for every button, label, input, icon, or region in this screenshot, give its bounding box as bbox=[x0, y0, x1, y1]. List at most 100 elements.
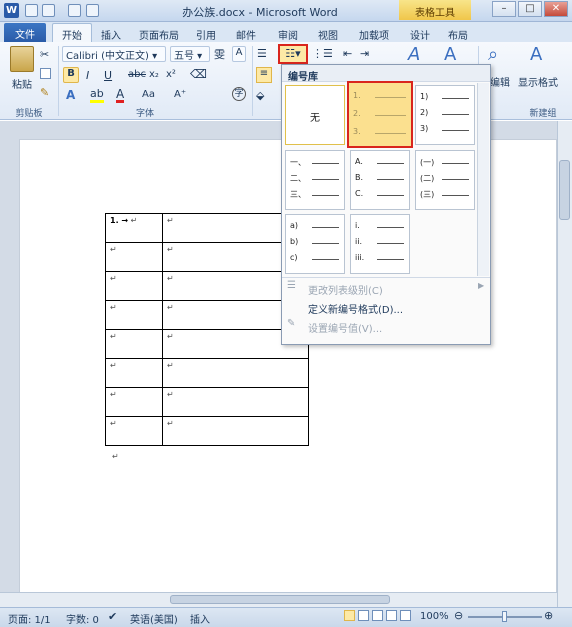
decrease-indent-icon[interactable]: ⇤ bbox=[343, 47, 352, 60]
minimize-button[interactable]: – bbox=[492, 1, 516, 17]
superscript-button[interactable]: x² bbox=[166, 69, 176, 80]
clear-format-icon[interactable]: ⌫ bbox=[190, 67, 207, 81]
tab-addins[interactable]: 加载项 bbox=[353, 24, 395, 42]
strikethrough-button[interactable]: abc bbox=[128, 69, 146, 80]
save-icon[interactable] bbox=[25, 4, 38, 17]
hscroll-thumb[interactable] bbox=[170, 595, 390, 604]
library-line bbox=[442, 98, 469, 99]
grow-font-button[interactable]: A⁺ bbox=[174, 89, 186, 100]
library-line bbox=[442, 195, 469, 196]
copy-icon[interactable] bbox=[40, 68, 51, 79]
phonetic-icon[interactable]: 雯 bbox=[214, 46, 225, 62]
change-case-button[interactable]: Aa bbox=[142, 89, 155, 100]
tab-insert[interactable]: 插入 bbox=[94, 24, 128, 42]
table-cell[interactable]: ↵ bbox=[105, 387, 163, 417]
tab-mailings[interactable]: 邮件 bbox=[230, 24, 262, 42]
page-count[interactable]: 页面: 1/1 bbox=[8, 611, 51, 626]
show-format-icon[interactable]: A bbox=[530, 44, 542, 65]
edit-label[interactable]: 编辑 bbox=[490, 74, 510, 89]
clipboard-group-label: 剪贴板 bbox=[15, 109, 43, 119]
underline-button[interactable]: U bbox=[104, 69, 112, 82]
numbering-button[interactable]: ☷▾ bbox=[278, 44, 308, 64]
tab-design[interactable]: 设计 bbox=[404, 24, 436, 42]
insert-mode[interactable]: 插入 bbox=[190, 611, 210, 626]
table-cell[interactable]: ↵ bbox=[162, 416, 309, 446]
print-layout-icon[interactable] bbox=[344, 610, 355, 621]
numbering-option-123-paren[interactable]: 1) 2) 3) bbox=[415, 85, 475, 145]
table-cell[interactable]: ↵ bbox=[105, 329, 163, 359]
multilevel-list-icon[interactable]: ⋮☰ bbox=[312, 47, 333, 60]
new-doc-icon[interactable] bbox=[86, 4, 99, 17]
italic-button[interactable]: I bbox=[86, 69, 89, 82]
maximize-button[interactable]: □ bbox=[518, 1, 542, 17]
full-screen-icon[interactable] bbox=[358, 610, 369, 621]
tab-home-label: 开始 bbox=[62, 31, 82, 42]
zoom-level[interactable]: 100% bbox=[420, 611, 449, 622]
library-line bbox=[442, 130, 469, 131]
tab-layout[interactable]: 布局 bbox=[442, 24, 474, 42]
numbering-none-option[interactable]: 无 bbox=[285, 85, 345, 145]
increase-indent-icon[interactable]: ⇥ bbox=[360, 47, 369, 60]
border-char-icon[interactable]: A bbox=[232, 46, 246, 62]
show-format-button[interactable]: 显示格式 bbox=[518, 74, 558, 89]
define-new-number-format-item[interactable]: 定义新编号格式(D)... bbox=[282, 298, 490, 316]
font-color-icon[interactable]: A bbox=[116, 88, 125, 103]
table-cell[interactable]: ↵ bbox=[105, 271, 163, 301]
language-indicator[interactable]: 英语(美国) bbox=[130, 611, 178, 626]
zoom-in-icon[interactable]: ⊕ bbox=[544, 609, 553, 622]
draft-icon[interactable] bbox=[400, 610, 411, 621]
undo-icon[interactable] bbox=[42, 4, 55, 17]
table-cell[interactable]: ↵ bbox=[105, 242, 163, 272]
subscript-button[interactable]: x₂ bbox=[149, 69, 159, 80]
change-list-level-item: 更改列表级别(C) bbox=[308, 286, 383, 297]
word-count[interactable]: 字数: 0 bbox=[66, 611, 99, 626]
numbering-option-chinese[interactable]: 一、 二、 三、 bbox=[285, 150, 345, 210]
numbering-option-123-dot[interactable]: 1. 2. 3. bbox=[347, 81, 413, 148]
zoom-out-icon[interactable]: ⊖ bbox=[454, 609, 463, 622]
close-button[interactable]: ✕ bbox=[544, 1, 568, 17]
tab-references[interactable]: 引用 bbox=[190, 24, 222, 42]
align-left-icon[interactable]: ≡ bbox=[256, 67, 272, 83]
outline-icon[interactable] bbox=[386, 610, 397, 621]
enclose-char-icon[interactable]: 字 bbox=[232, 87, 246, 101]
font-size-select[interactable]: 五号 ▾ bbox=[170, 46, 210, 62]
find-icon[interactable]: ⌕ bbox=[488, 44, 498, 65]
format-painter-icon[interactable]: ✎ bbox=[40, 86, 49, 99]
redo-icon[interactable] bbox=[68, 4, 81, 17]
shading-icon[interactable]: ⬙ bbox=[256, 89, 264, 102]
table-cell[interactable]: ↵ bbox=[105, 300, 163, 330]
table-cell[interactable]: ↵ bbox=[162, 387, 309, 417]
bullets-icon[interactable]: ☰ bbox=[257, 47, 267, 60]
numbering-option-abc-upper[interactable]: A. B. C. bbox=[350, 150, 410, 210]
proofing-icon[interactable]: ✔ bbox=[108, 610, 117, 623]
view-buttons[interactable] bbox=[344, 610, 414, 623]
dropdown-scrollbar[interactable] bbox=[477, 83, 489, 276]
styles-a-icon[interactable]: A bbox=[408, 44, 420, 65]
cell-mark: ↵ bbox=[130, 216, 138, 225]
numbering-option-chinese-paren[interactable]: (一) (二) (三) bbox=[415, 150, 475, 210]
zoom-slider-thumb[interactable] bbox=[502, 611, 507, 622]
numbering-option-roman[interactable]: i. ii. iii. bbox=[350, 214, 410, 274]
cut-icon[interactable]: ✂ bbox=[40, 48, 49, 61]
vscroll-thumb[interactable] bbox=[559, 160, 570, 220]
paste-icon[interactable] bbox=[10, 46, 34, 72]
table-cell[interactable]: ↵ bbox=[162, 358, 309, 388]
tab-view[interactable]: 视图 bbox=[312, 24, 344, 42]
web-layout-icon[interactable] bbox=[372, 610, 383, 621]
bold-button[interactable]: B bbox=[63, 67, 79, 83]
table-cell[interactable]: 1. → ↵ bbox=[105, 213, 163, 243]
table-cell[interactable]: ↵ bbox=[105, 358, 163, 388]
highlight-icon[interactable]: ab bbox=[90, 88, 104, 103]
tab-page-layout[interactable]: 页面布局 bbox=[133, 24, 185, 42]
table-cell[interactable]: ↵ bbox=[105, 416, 163, 446]
numbering-option-abc-lower[interactable]: a) b) c) bbox=[285, 214, 345, 274]
font-name-select[interactable]: Calibri (中文正文) ▾ bbox=[62, 46, 166, 62]
library-line bbox=[377, 195, 404, 196]
tab-review[interactable]: 审阅 bbox=[272, 24, 304, 42]
styles-b-icon[interactable]: A bbox=[444, 44, 456, 65]
paste-button-label[interactable]: 粘贴 bbox=[10, 76, 34, 91]
text-effect-icon[interactable]: A bbox=[66, 88, 75, 102]
document-table[interactable]: 1. → ↵ ↵ ↵ ↵ ↵ ↵ ↵ ↵ ↵ ↵ ↵ ↵ ↵ ↵ ↵ ↵ bbox=[105, 213, 309, 446]
library-line bbox=[377, 179, 404, 180]
tab-file[interactable]: 文件 bbox=[4, 23, 46, 42]
